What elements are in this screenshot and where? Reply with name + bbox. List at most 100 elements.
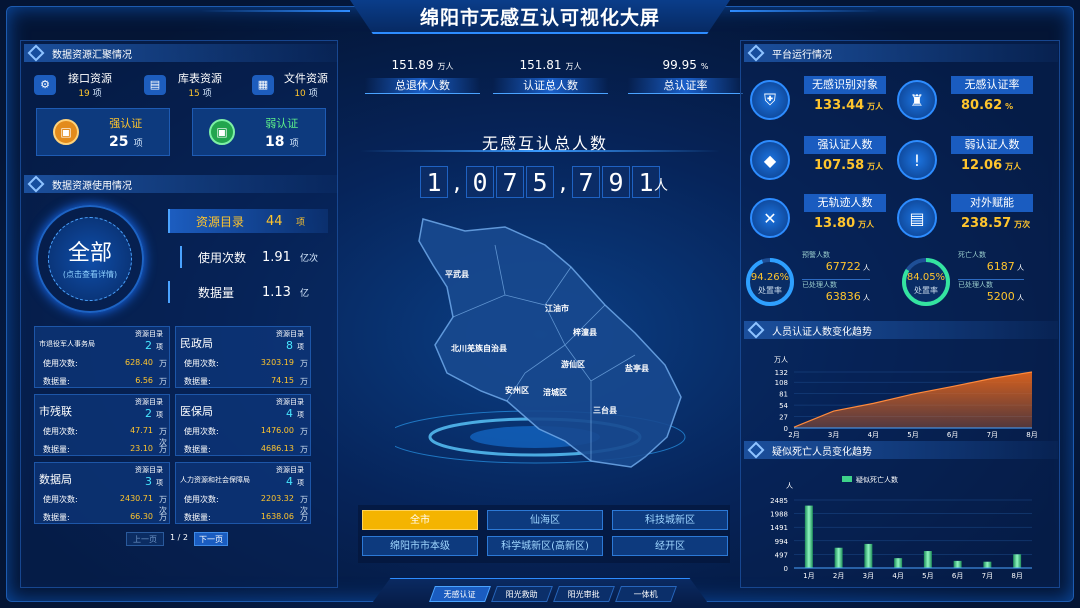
prev-page-button[interactable]: 上一页 <box>126 532 164 546</box>
page-title: 绵阳市无感互认可视化大屏 <box>419 7 660 29</box>
dept-card[interactable]: 医保局 资源目录 4 项使用次数: 1476.00 万数据量: 4686.13 万 <box>175 394 311 456</box>
metric-card[interactable]: ♜ 无感认证率 80.62% <box>897 74 1042 124</box>
strong-auth-card[interactable]: ▣ 强认证 25 项 <box>36 108 170 156</box>
digit-box: 7 <box>572 166 600 198</box>
metric-value: 13.80 <box>814 216 856 231</box>
bar-ytick: 1988 <box>770 511 788 519</box>
resource-file[interactable]: ▦ 文件资源 10 项 <box>252 70 328 99</box>
bottom-nav: 无感认证 阳光救助 阳光审批 一体机 <box>429 586 677 602</box>
metric-card[interactable]: ✕ 无轨迹人数 13.80 万人 <box>750 192 895 242</box>
metric-value-row: 80.62% <box>961 98 1013 113</box>
dept-count-unit: 万 <box>300 359 308 368</box>
next-page-button[interactable]: 下一页 <box>194 532 228 546</box>
strong-auth-icon: ▣ <box>53 119 79 145</box>
district-button[interactable]: 科学城新区(高新区) <box>487 536 603 556</box>
dept-volume-value: 1638.06 <box>260 512 294 521</box>
nav-tab[interactable]: 阳光救助 <box>491 586 553 602</box>
metric-value-row: 13.80 万人 <box>814 216 874 231</box>
metric-card[interactable]: ◆ 强认证人数 107.58 万人 <box>750 134 895 184</box>
district-button[interactable]: 绵阳市市本级 <box>362 536 478 556</box>
resource-api[interactable]: ⚙ 接口资源 19 项 <box>34 70 112 99</box>
dept-name: 民政局 <box>180 337 213 350</box>
map-label[interactable]: 北川羌族自治县 <box>451 343 507 353</box>
nav-tab[interactable]: 阳光审批 <box>553 586 615 602</box>
dept-card[interactable]: 民政局 资源目录 8 项使用次数: 3203.19 万数据量: 74.15 万 <box>175 326 311 388</box>
center-stat-card: 99.95% 总认证率 <box>628 58 743 100</box>
metric-value: 12.06 <box>961 158 1003 173</box>
dept-dir-unit: 项 <box>297 343 304 351</box>
center-stat-value: 151.81 <box>519 58 562 72</box>
usage-row-directory: 资源目录 44 项 <box>168 209 328 233</box>
district-button[interactable]: 仙海区 <box>487 510 603 530</box>
center-stat-value: 99.95 <box>662 58 697 72</box>
section-title: 人员认证人数变化趋势 <box>772 326 872 338</box>
bar-xtick: 2月 <box>833 572 844 580</box>
dept-volume-row: 数据量: 1638.06 万 <box>184 512 308 523</box>
nav-tab[interactable]: 无感认证 <box>429 586 491 602</box>
diamond-icon <box>747 441 765 459</box>
metric-card[interactable]: ! 弱认证人数 12.06 万人 <box>897 134 1042 184</box>
center-stat-value-row: 151.89 万人 <box>365 58 480 72</box>
weak-auth-card[interactable]: ▣ 弱认证 18 项 <box>192 108 326 156</box>
diamond-icon <box>747 44 765 62</box>
area-ytick: 108 <box>775 379 788 387</box>
map-label[interactable]: 涪城区 <box>543 387 567 397</box>
metric-card[interactable]: ⛨ 无感识别对象 133.44 万人 <box>750 74 895 124</box>
bar-xtick: 4月 <box>892 572 903 580</box>
death-unit-2: 人 <box>1017 294 1024 302</box>
bar-legend-swatch <box>842 476 852 482</box>
district-button[interactable]: 经开区 <box>612 536 728 556</box>
dept-card[interactable]: 人力资源和社会保障局 资源目录 4 项使用次数: 2203.32 万次 数据量: 1638.0… <box>175 462 311 524</box>
area-ylabel: 万人 <box>774 356 788 364</box>
map-label[interactable]: 三台县 <box>593 405 617 415</box>
metric-value-row: 12.06 万人 <box>961 158 1021 173</box>
title-decoration-left <box>200 10 350 12</box>
resource-database[interactable]: ▤ 库表资源 15 项 <box>144 70 222 99</box>
dept-dir-value: 2 <box>145 339 152 352</box>
map-label[interactable]: 游仙区 <box>561 359 585 369</box>
shield-alert-icon: ! <box>897 140 937 180</box>
bar-mark <box>953 560 962 568</box>
dept-volume-value: 74.15 <box>271 376 294 385</box>
weak-auth-icon: ▣ <box>209 119 235 145</box>
district-button[interactable]: 全市 <box>362 510 478 530</box>
dept-count-row: 使用次数: 3203.19 万 <box>184 358 308 369</box>
bar-mark <box>983 561 992 568</box>
map-region[interactable]: 平武县江油市北川羌族自治县 梓潼县游仙区 盐亭县安州区 涪城区三台县 <box>395 205 695 505</box>
dept-dir-unit: 项 <box>297 411 304 419</box>
section-header-death: 疑似死亡人员变化趋势 <box>744 441 1058 459</box>
map-label[interactable]: 安州区 <box>505 385 529 395</box>
section-header-usage: 数据资源使用情况 <box>24 175 338 193</box>
dept-card[interactable]: 市退役军人事务局 资源目录 2 项使用次数: 628.40 万数据量: 6.56 万 <box>34 326 170 388</box>
metric-unit: 万人 <box>1005 162 1022 171</box>
dept-card[interactable]: 市残联 资源目录 2 项使用次数: 47.71 万次 数据量: 23.10 万 <box>34 394 170 456</box>
dept-dir-label: 资源目录 <box>276 398 304 406</box>
nav-tab-label: 一体机 <box>633 590 658 599</box>
usage-row-value: 44 <box>266 213 283 229</box>
map-label[interactable]: 江油市 <box>545 303 569 313</box>
area-xtick: 7月 <box>987 431 998 439</box>
dept-directory: 资源目录 4 项 <box>276 397 304 420</box>
metric-label: 无感识别对象 <box>804 76 886 94</box>
map-label[interactable]: 盐亭县 <box>625 363 649 373</box>
area-ytick: 54 <box>779 402 788 410</box>
dept-volume-unit: 万 <box>159 445 167 454</box>
map-label[interactable]: 梓潼县 <box>573 327 597 337</box>
dept-volume-unit: 万 <box>159 377 167 386</box>
district-button[interactable]: 科技城新区 <box>612 510 728 530</box>
map-label[interactable]: 平武县 <box>445 269 469 279</box>
bar-ytick: 497 <box>775 551 788 559</box>
total-digits: 1,075,791 <box>420 166 660 198</box>
nav-tab[interactable]: 一体机 <box>615 586 677 602</box>
dept-name: 市残联 <box>39 405 72 418</box>
auth-trend-chart: 万人02754811081322月 3月 4月 5月 6月 7月 8月 <box>774 356 1038 439</box>
total-unit: 人 <box>654 178 668 194</box>
warn-gauge: 94.26% 处置率 <box>746 258 794 306</box>
usage-circle[interactable]: 全部 (点击查看详情) <box>36 205 158 313</box>
dept-card[interactable]: 数据局 资源目录 3 项使用次数: 2430.71 万次 数据量: 66.30 万 <box>34 462 170 524</box>
bar-ytick: 994 <box>775 538 789 546</box>
bar-xtick: 8月 <box>1011 572 1022 580</box>
usage-row-volume: 数据量 1.13 亿 <box>168 281 328 303</box>
metric-card[interactable]: ▤ 对外赋能 238.57 万次 <box>897 192 1042 242</box>
metric-unit: 万人 <box>867 162 884 171</box>
